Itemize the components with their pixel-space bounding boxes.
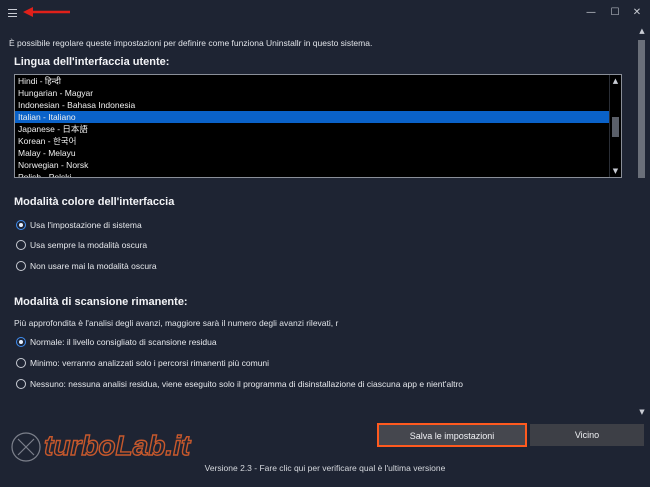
scan-mode-option-label: Normale: il livello consigliato di scans…: [30, 337, 217, 347]
scan-mode-option-minimum[interactable]: Minimo: verranno analizzati solo i perco…: [16, 358, 269, 368]
menu-icon[interactable]: [8, 9, 17, 17]
language-list-item[interactable]: Hungarian - Magyar: [15, 87, 621, 99]
scan-mode-section-title: Modalità di scansione rimanente:: [14, 296, 188, 308]
scroll-down-icon[interactable]: ▼: [636, 407, 648, 417]
color-mode-option-label: Usa l'impostazione di sistema: [30, 220, 142, 230]
close-button[interactable]: Vicino: [530, 424, 644, 446]
radio-button[interactable]: [16, 240, 26, 250]
language-list: Hindi - हिन्दी Hungarian - Magyar Indonesi…: [15, 75, 621, 177]
radio-button[interactable]: [16, 358, 26, 368]
color-mode-option-never-dark[interactable]: Non usare mai la modalità oscura: [16, 261, 157, 271]
language-list-item[interactable]: Italian - Italiano: [15, 111, 621, 123]
scan-mode-option-none[interactable]: Nessuno: nessuna analisi residua, viene …: [16, 379, 463, 389]
language-list-item[interactable]: Japanese - 日本語: [15, 123, 621, 135]
page-scrollbar[interactable]: ▲ ▼: [636, 26, 648, 419]
scan-mode-option-label: Minimo: verranno analizzati solo i perco…: [30, 358, 270, 368]
svg-text:turboLab.it: turboLab.it: [44, 430, 192, 461]
minimize-button[interactable]: —: [584, 6, 598, 20]
language-listbox[interactable]: Hindi - हिन्दी Hungarian - Magyar Indonesi…: [14, 74, 622, 178]
language-section-title: Lingua dell'interfaccia utente:: [14, 56, 170, 68]
color-mode-section-title: Modalità colore dell'interfaccia: [14, 196, 175, 208]
radio-button[interactable]: [16, 220, 26, 230]
scroll-up-icon[interactable]: ▲: [610, 76, 621, 86]
radio-button[interactable]: [16, 379, 26, 389]
intro-text: È possibile regolare queste impostazioni…: [9, 38, 373, 48]
scan-mode-option-label: Nessuno: nessuna analisi residua, viene …: [30, 379, 464, 389]
language-list-item[interactable]: Korean - 한국어: [15, 135, 621, 147]
language-list-scrollbar[interactable]: ▲ ▼: [609, 75, 621, 177]
version-link[interactable]: Versione 2.3 - Fare clic qui per verific…: [0, 463, 650, 473]
title-bar: — ☐ ✕: [0, 0, 650, 26]
save-settings-button[interactable]: Salva le impostazioni: [377, 423, 527, 447]
close-window-button[interactable]: ✕: [630, 6, 644, 20]
radio-button[interactable]: [16, 261, 26, 271]
language-list-item[interactable]: Hindi - हिन्दी: [15, 75, 621, 87]
language-list-item[interactable]: Indonesian - Bahasa Indonesia: [15, 99, 621, 111]
annotation-arrow-icon: [23, 7, 70, 17]
color-mode-option-always-dark[interactable]: Usa sempre la modalità oscura: [16, 240, 147, 250]
language-list-item[interactable]: Polish - Polski: [15, 171, 621, 177]
scroll-up-icon[interactable]: ▲: [636, 26, 648, 36]
maximize-button[interactable]: ☐: [608, 6, 622, 20]
page-scroll-thumb[interactable]: [638, 40, 645, 178]
language-list-scroll-thumb[interactable]: [612, 117, 619, 137]
settings-panel: È possibile regolare queste impostazioni…: [0, 26, 634, 419]
color-mode-option-system[interactable]: Usa l'impostazione di sistema: [16, 220, 142, 230]
color-mode-option-label: Non usare mai la modalità oscura: [30, 261, 157, 271]
language-list-item[interactable]: Norwegian - Norsk: [15, 159, 621, 171]
scroll-down-icon[interactable]: ▼: [610, 166, 621, 176]
scan-mode-description: Più approfondita è l'analisi degli avanz…: [14, 318, 339, 328]
language-list-item[interactable]: Malay - Melayu: [15, 147, 621, 159]
scan-mode-option-normal[interactable]: Normale: il livello consigliato di scans…: [16, 337, 217, 347]
radio-button[interactable]: [16, 337, 26, 347]
color-mode-option-label: Usa sempre la modalità oscura: [30, 240, 148, 250]
